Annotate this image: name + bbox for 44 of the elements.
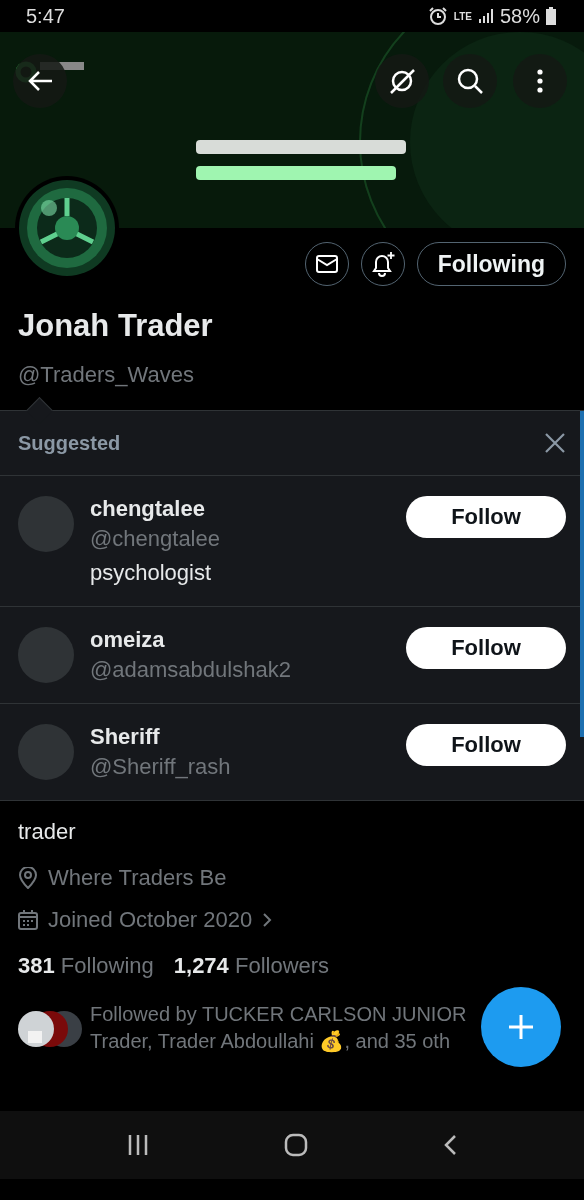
signal-icon [477,8,494,24]
location-text: Where Traders Be [48,865,227,891]
recents-icon [127,1134,150,1156]
plus-icon [508,1014,534,1040]
calendar-icon [18,910,38,930]
battery-level: 58% [499,4,540,28]
message-button[interactable] [304,242,349,286]
followers-count[interactable]: 1,274 Followers [173,953,330,979]
user-handle: @chengtalee [90,526,220,552]
avatar [18,724,74,780]
user-bio: psychologist [90,560,212,586]
bio-text: trader [18,819,76,844]
profile-handle: @Traders_Waves [18,362,194,388]
notify-button[interactable] [360,242,405,286]
followed-by-text: Followed by TUCKER CARLSON JUNIOR [90,1002,467,1027]
user-handle: @adamsabdulshak2 [90,657,291,683]
follow-button[interactable]: Follow [406,627,566,669]
avatar [18,627,74,683]
follower-avatars [18,1009,84,1049]
followed-by-text: Trader, Trader Abdoullahi 💰, and 35 oth [90,1029,452,1055]
alarm-icon [427,6,448,26]
close-icon [544,432,566,454]
follow-button[interactable]: Follow [406,496,566,538]
chevron-right-icon [262,912,273,928]
bell-plus-icon [369,251,396,277]
user-handle: @Sheriff_rash [90,754,231,780]
location-pin-icon [18,867,38,889]
following-button[interactable]: Following [416,242,566,286]
close-button[interactable] [544,432,566,454]
user-name: chengtalee [90,496,205,522]
envelope-icon [315,255,338,273]
suggested-heading: Suggested [18,431,121,455]
follow-button[interactable]: Follow [406,724,566,766]
joined-date: Joined October 2020 [48,907,253,933]
profile-name: Jonah Trader [18,308,213,344]
user-name: Sheriff [90,724,160,750]
home-icon [284,1133,308,1157]
battery-icon [546,7,556,25]
back-chevron-icon [442,1134,457,1156]
user-name: omeiza [90,627,165,653]
network-type: LTE [453,10,472,22]
avatar [18,496,74,552]
clock-time: 5:47 [26,4,65,28]
following-count[interactable]: 381 Following [18,953,154,979]
